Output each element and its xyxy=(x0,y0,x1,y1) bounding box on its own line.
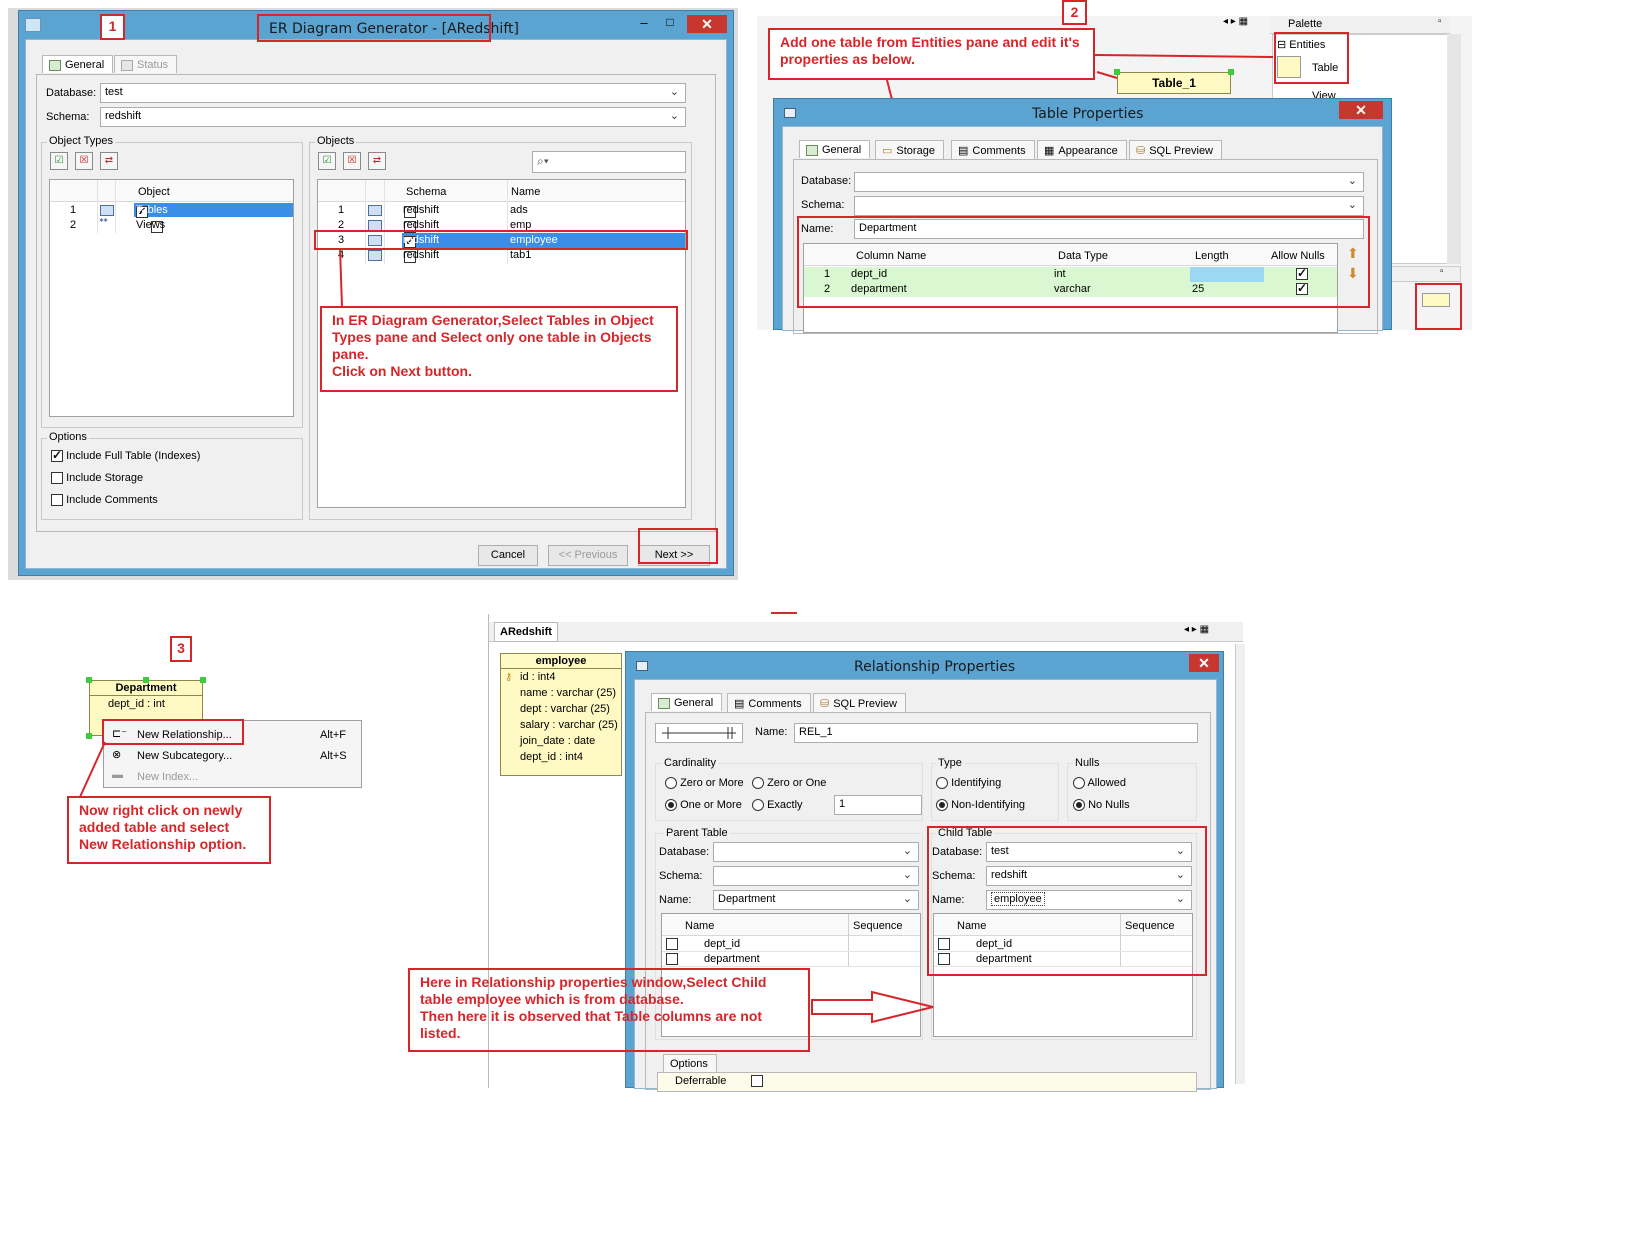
step4-arrow xyxy=(811,990,934,1024)
